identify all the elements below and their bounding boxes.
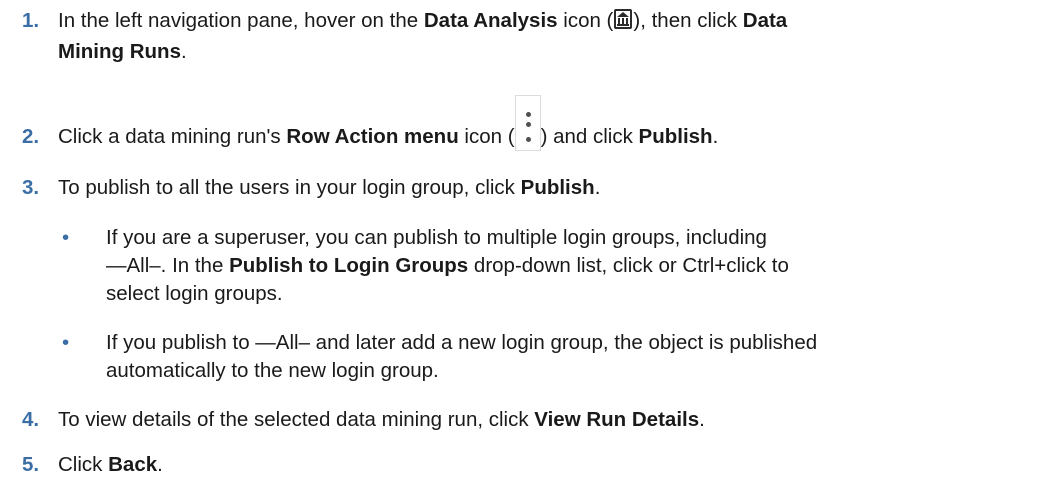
row-action-menu-icon-frame — [514, 95, 541, 151]
ui-term: Back — [108, 453, 158, 476]
step-text-segment: . — [594, 176, 601, 199]
bullet-text-segment: If you are a superuser, you can publish … — [106, 226, 767, 249]
ui-term: Data Analysis — [423, 9, 558, 32]
step-text-segment: To view details of the selected data min… — [58, 408, 535, 431]
step-text: To publish to all the users in your logi… — [58, 174, 1030, 202]
step-text-segment: icon ( — [458, 125, 515, 148]
kebab-dot — [525, 137, 531, 142]
step-text-segment: ), then click — [633, 9, 743, 32]
kebab-dot — [525, 122, 531, 127]
ui-term: Row Action menu — [286, 125, 459, 148]
step-number: 5. — [22, 453, 40, 476]
step-text: Click a data mining run's Row Action men… — [58, 95, 1030, 151]
step-text-segment: icon ( — [557, 9, 614, 32]
bullet-marker: • — [62, 331, 70, 354]
data-analysis-icon — [613, 8, 633, 38]
ui-term: Publish to Login Groups — [229, 254, 469, 277]
step-text-segment: Click a data mining run's — [58, 125, 287, 148]
ui-term: View Run Details — [534, 408, 700, 431]
bullet-marker: • — [62, 226, 70, 249]
ui-term: Mining Runs — [58, 40, 181, 63]
ui-term: Publish — [638, 125, 713, 148]
bullet-text-segment: drop-down list, click or Ctrl+click to — [468, 254, 789, 277]
step-text-segment: . — [712, 125, 719, 148]
step-text-segment: To publish to all the users in your logi… — [58, 176, 521, 199]
step-text-segment: Click — [58, 453, 109, 476]
step-number: 2. — [22, 125, 40, 148]
kebab-dot — [525, 112, 531, 117]
step-number: 4. — [22, 408, 40, 431]
step-number: 3. — [22, 176, 40, 199]
step-text-segment: . — [699, 408, 705, 431]
step-number: 1. — [22, 9, 40, 32]
step-text: To view details of the selected data min… — [58, 406, 1030, 434]
bullet-text-segment: select login groups. — [106, 282, 283, 305]
ui-term: Data — [742, 9, 788, 32]
bullet-text: If you are a superuser, you can publish … — [106, 224, 1030, 308]
step-text-segment: In the left navigation pane, hover on th… — [58, 9, 424, 32]
step-text: In the left navigation pane, hover on th… — [58, 7, 1030, 66]
step-text-segment: . — [180, 40, 187, 63]
bullet-text-segment: automatically to the new login group. — [106, 359, 439, 382]
row-action-menu-icon — [514, 95, 541, 151]
bullet-text-segment: If you publish to —All– and later add a … — [106, 331, 818, 354]
ui-term: Publish — [520, 176, 595, 199]
bullet-text-segment: —All–. In the — [106, 254, 230, 277]
step-text: Click Back. — [58, 451, 1030, 479]
step-text-segment: ) and click — [540, 125, 639, 148]
bullet-text: If you publish to —All– and later add a … — [106, 329, 1030, 385]
step-text-segment: . — [157, 453, 163, 476]
